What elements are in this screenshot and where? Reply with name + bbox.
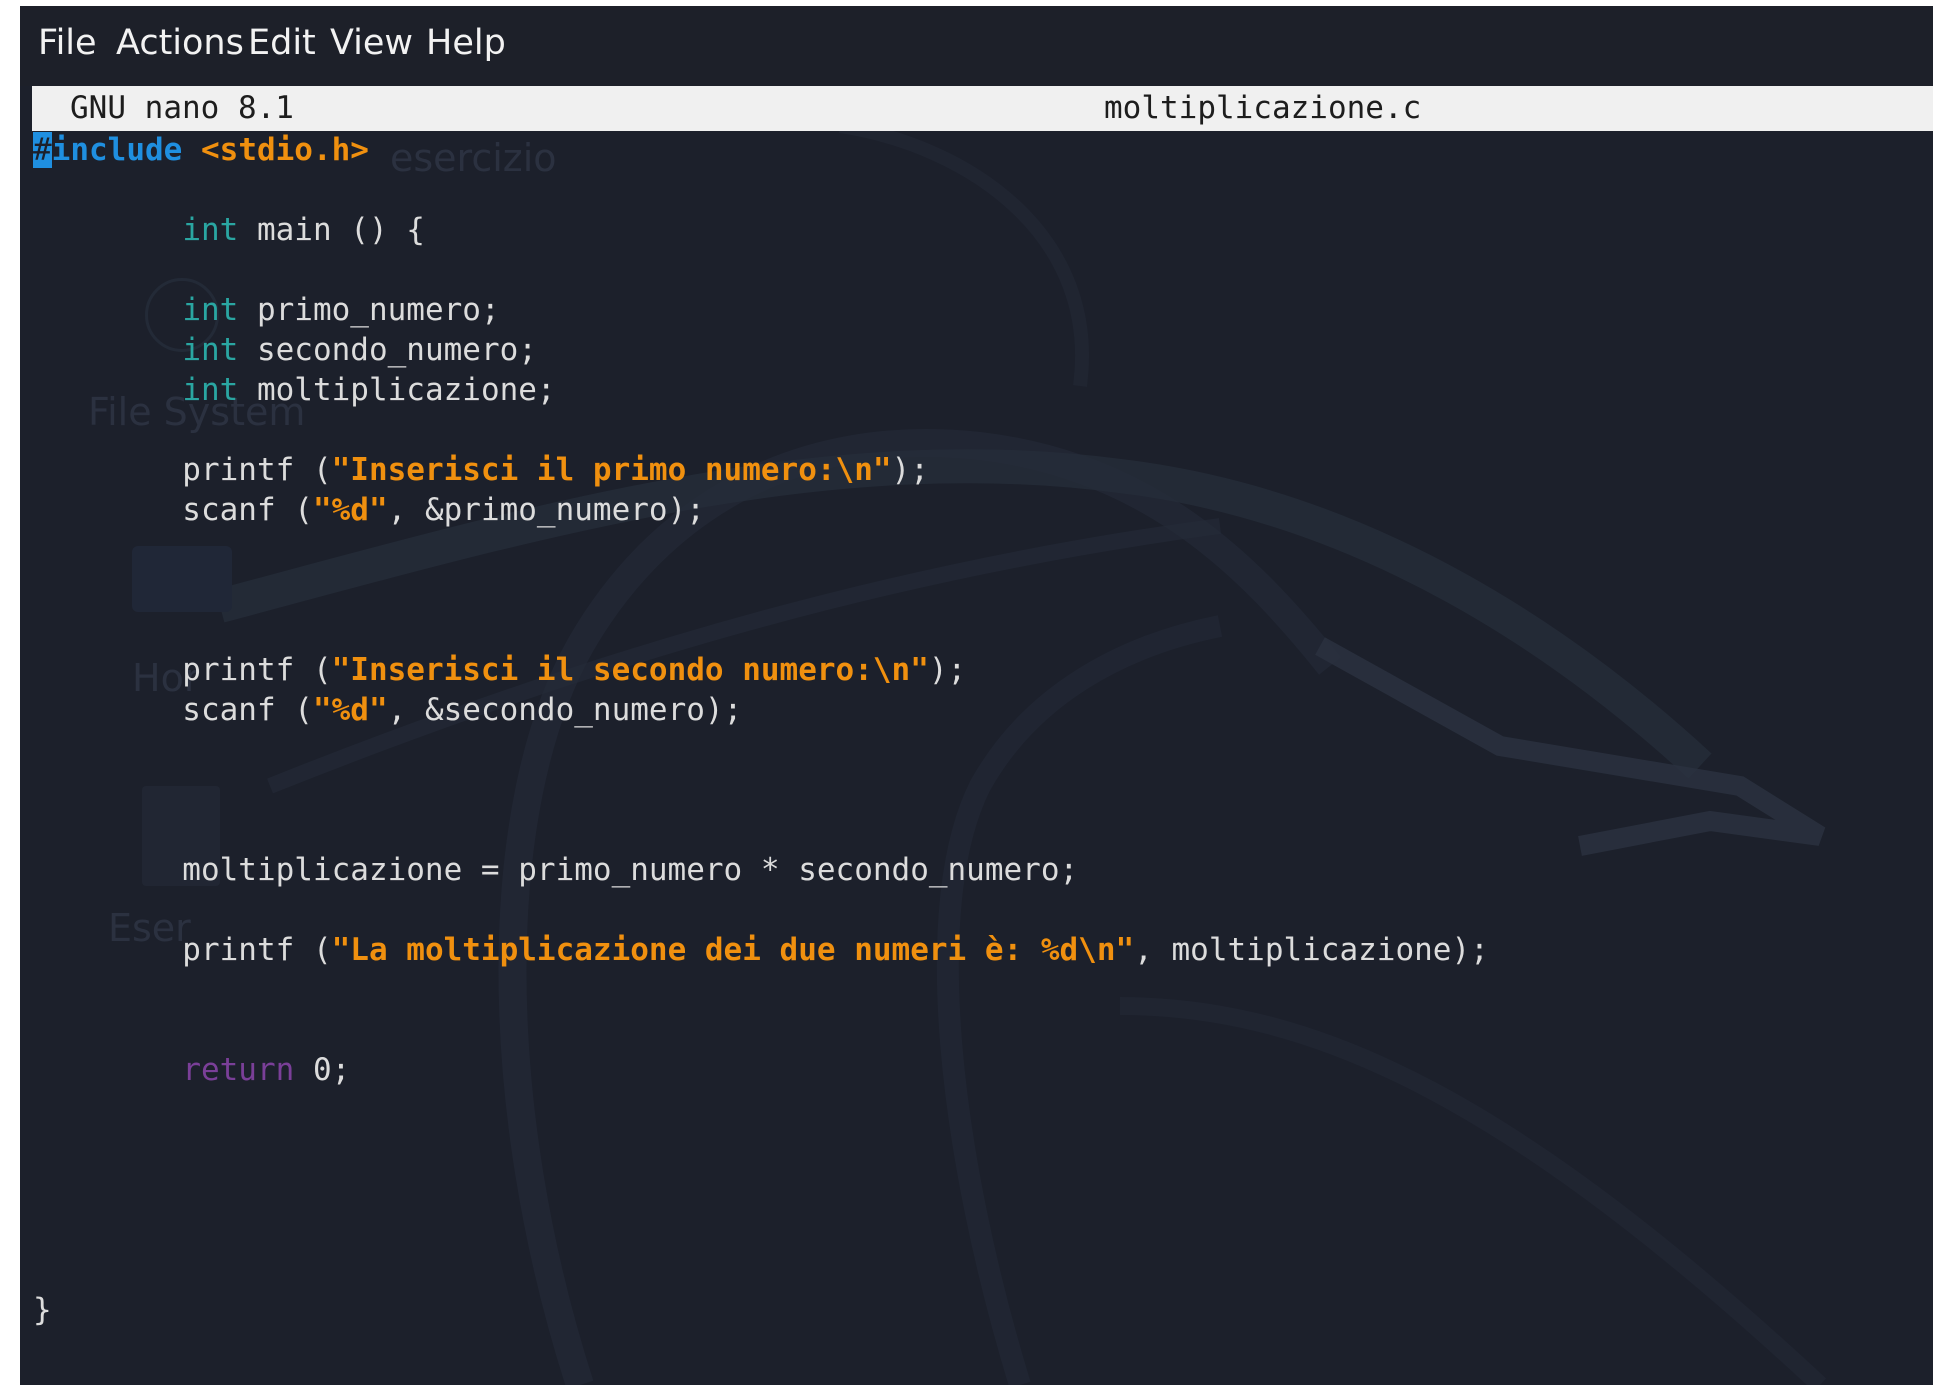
code-token: scanf ( — [33, 692, 313, 728]
code-token: , &primo_numero); — [387, 492, 705, 528]
code-token: "Inserisci il primo numero:\n" — [331, 452, 892, 488]
code-token: printf ( — [33, 652, 332, 688]
code-line: int main () { — [33, 210, 425, 250]
code-token: "La moltiplicazione dei due numeri è: %d… — [331, 932, 1135, 968]
code-token: <stdio.h> — [182, 132, 369, 168]
code-token: "Inserisci il secondo numero:\n" — [331, 652, 929, 688]
code-token: ); — [891, 452, 929, 488]
code-token: printf ( — [33, 932, 332, 968]
menu-view[interactable]: View — [330, 22, 413, 64]
code-line: moltiplicazione = primo_numero * secondo… — [33, 852, 1079, 888]
code-token: "%d" — [312, 492, 388, 528]
code-token: int — [182, 332, 239, 368]
code-line: scanf ("%d", &secondo_numero); — [33, 690, 742, 730]
terminal-window: esercizio File System Hor Eser File Acti… — [20, 6, 1933, 1385]
code-token: , &secondo_numero); — [387, 692, 743, 728]
menu-bar: File Actions Edit View Help — [20, 6, 1933, 86]
code-line: int primo_numero; — [33, 290, 500, 330]
code-line: int moltiplicazione; — [33, 370, 556, 410]
menu-file[interactable]: File — [38, 22, 97, 64]
menu-actions[interactable]: Actions — [116, 22, 244, 64]
code-line: return 0; — [33, 1050, 350, 1090]
code-token: int — [182, 292, 239, 328]
code-token: , moltiplicazione); — [1134, 932, 1489, 968]
code-token: main () { — [238, 212, 425, 248]
code-token: moltiplicazione; — [238, 372, 556, 408]
code-token: "%d" — [312, 692, 388, 728]
code-line: } — [33, 1292, 52, 1328]
menu-help[interactable]: Help — [426, 22, 506, 64]
code-line: printf ("Inserisci il primo numero:\n"); — [33, 450, 929, 490]
code-token: ); — [928, 652, 967, 688]
nano-title-bar: GNU nano 8.1 moltiplicazione.c — [32, 86, 1933, 131]
code-line: int secondo_numero; — [33, 330, 537, 370]
nano-version: GNU nano 8.1 — [70, 90, 294, 126]
code-token: int — [182, 372, 239, 408]
menu-edit[interactable]: Edit — [248, 22, 316, 64]
code-token: scanf ( — [33, 492, 313, 528]
code-token: include — [51, 132, 183, 168]
code-editor[interactable]: #include <stdio.h> int main () { int pri… — [33, 130, 1933, 1385]
code-line: scanf ("%d", &primo_numero); — [33, 490, 705, 530]
code-token: printf ( — [33, 452, 332, 488]
text-cursor: # — [33, 132, 52, 168]
code-token: secondo_numero; — [238, 332, 537, 368]
nano-filename: moltiplicazione.c — [1104, 90, 1422, 126]
code-token: return — [182, 1052, 295, 1088]
code-line: printf ("La moltiplicazione dei due nume… — [33, 930, 1489, 970]
code-token: int — [182, 212, 239, 248]
code-token: 0; — [294, 1052, 351, 1088]
code-token: primo_numero; — [238, 292, 500, 328]
code-line: printf ("Inserisci il secondo numero:\n"… — [33, 650, 966, 690]
code-line: #include <stdio.h> — [33, 130, 369, 170]
